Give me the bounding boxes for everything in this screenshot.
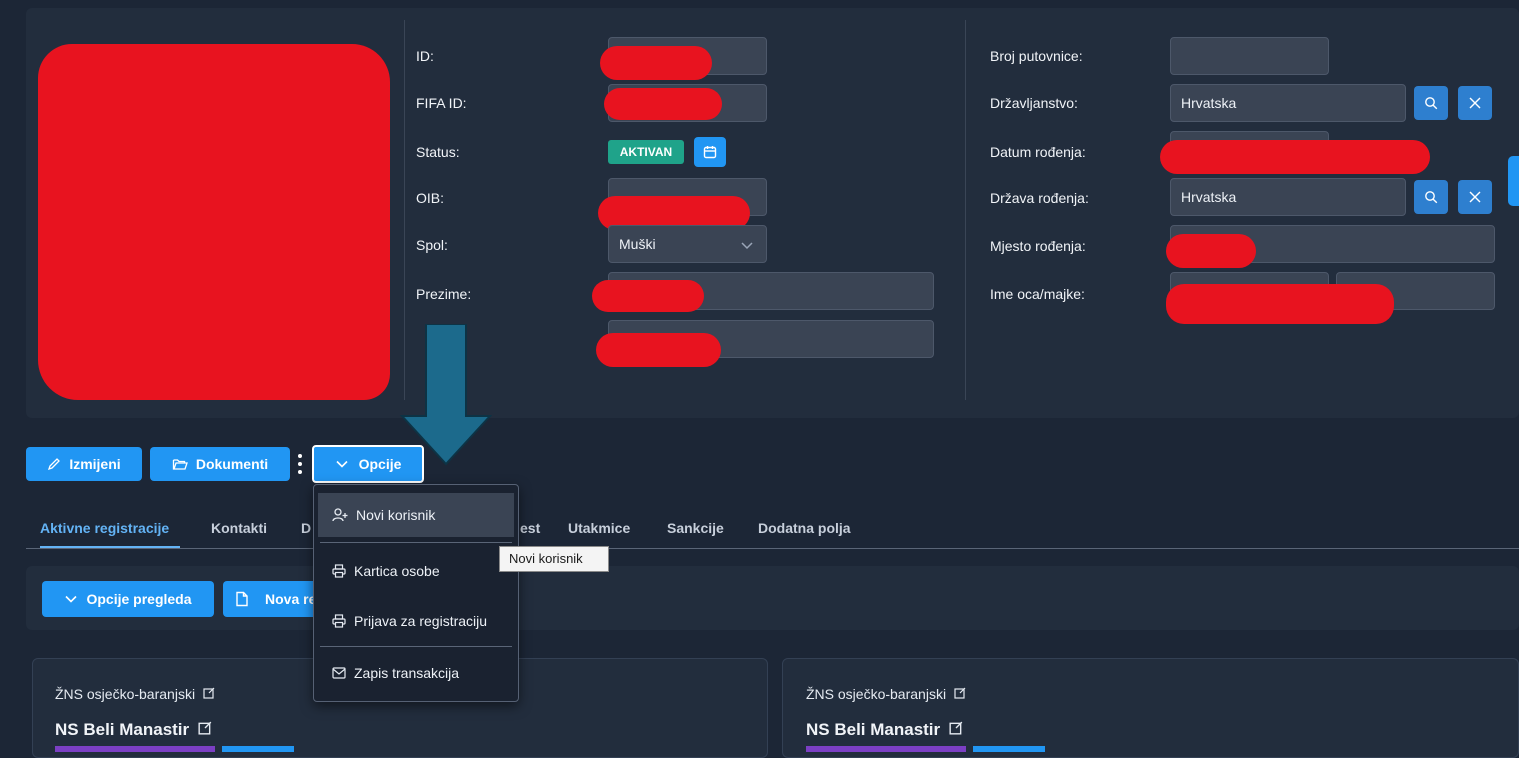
external-link-icon bbox=[954, 687, 966, 699]
side-toggle-button[interactable] bbox=[1508, 156, 1519, 206]
spol-value: Muški bbox=[619, 236, 656, 252]
view-options-button[interactable]: Opcije pregleda bbox=[42, 581, 214, 617]
redaction-id bbox=[600, 46, 712, 80]
new-registration-label: Nova re bbox=[265, 591, 317, 607]
dob-label: Datum rođenja: bbox=[990, 144, 1086, 160]
birth-country-search-button[interactable] bbox=[1414, 180, 1448, 214]
menu-label-person-card: Kartica osobe bbox=[354, 563, 440, 579]
tab-contacts[interactable]: Kontakti bbox=[211, 520, 267, 536]
id-label: ID: bbox=[416, 48, 434, 64]
redaction-parent bbox=[1166, 284, 1394, 324]
search-icon bbox=[1425, 97, 1438, 110]
chevron-down-icon bbox=[336, 460, 348, 468]
citizenship-search-button[interactable] bbox=[1414, 86, 1448, 120]
tab-matches[interactable]: Utakmice bbox=[568, 520, 630, 536]
documents-label: Dokumenti bbox=[195, 456, 269, 472]
club-link[interactable]: NS Beli Manastir bbox=[55, 720, 212, 740]
redaction-fifa bbox=[604, 88, 722, 120]
status-calendar-button[interactable] bbox=[694, 137, 726, 167]
redaction-prezime bbox=[592, 280, 704, 312]
external-link-icon bbox=[198, 721, 212, 735]
citizenship-field[interactable]: Hrvatska bbox=[1170, 84, 1406, 122]
birthplace-label: Mjesto rođenja: bbox=[990, 238, 1086, 254]
tab-partial-est[interactable]: est bbox=[520, 520, 540, 536]
search-icon bbox=[1425, 191, 1438, 204]
birth-country-clear-button[interactable] bbox=[1458, 180, 1492, 214]
redaction-ime bbox=[596, 333, 721, 367]
user-plus-icon bbox=[332, 508, 348, 522]
club-link[interactable]: NS Beli Manastir bbox=[806, 720, 963, 740]
card-badge-blue bbox=[973, 746, 1045, 752]
club-name: NS Beli Manastir bbox=[806, 720, 941, 739]
close-icon bbox=[1469, 97, 1481, 109]
club-name: NS Beli Manastir bbox=[55, 720, 190, 739]
tab-active-registrations[interactable]: Aktivne registracije bbox=[40, 520, 169, 536]
more-vertical-icon[interactable] bbox=[295, 453, 305, 475]
file-icon bbox=[236, 591, 248, 607]
menu-label-registration-form: Prijava za registraciju bbox=[354, 613, 488, 629]
spol-label: Spol: bbox=[416, 237, 448, 253]
pencil-icon bbox=[48, 458, 61, 471]
new-registration-button[interactable]: Nova re bbox=[223, 581, 323, 617]
tab-extra-fields[interactable]: Dodatna polja bbox=[758, 520, 851, 536]
oib-label: OIB: bbox=[416, 190, 445, 206]
column-divider bbox=[965, 20, 966, 400]
citizenship-clear-button[interactable] bbox=[1458, 86, 1492, 120]
profile-photo-redacted bbox=[38, 44, 390, 400]
federation-link[interactable]: ŽNS osječko-baranjski bbox=[806, 686, 966, 702]
birth-country-field[interactable]: Hrvatska bbox=[1170, 178, 1406, 216]
tabs-divider bbox=[26, 548, 1519, 549]
tooltip: Novi korisnik bbox=[499, 546, 609, 572]
tab-sanctions[interactable]: Sankcije bbox=[667, 520, 724, 536]
card-badge-purple bbox=[806, 746, 966, 752]
calendar-icon bbox=[703, 146, 717, 159]
birth-country-label: Država rođenja: bbox=[990, 190, 1089, 206]
annotation-arrow bbox=[399, 324, 492, 466]
card-badge-blue bbox=[222, 746, 294, 752]
menu-item-transaction-log[interactable]: Zapis transakcija bbox=[314, 651, 518, 695]
folder-open-icon bbox=[172, 459, 188, 470]
spol-select[interactable]: Muški bbox=[608, 225, 767, 263]
passport-field[interactable] bbox=[1170, 37, 1329, 75]
fifa-id-label: FIFA ID: bbox=[416, 95, 467, 111]
federation-name: ŽNS osječko-baranjski bbox=[55, 686, 196, 702]
card-badge-purple bbox=[55, 746, 215, 752]
printer-icon bbox=[332, 614, 346, 628]
edit-button[interactable]: Izmijeni bbox=[26, 447, 142, 481]
tab-partial-d[interactable]: D bbox=[301, 520, 311, 536]
parent-label: Ime oca/majke: bbox=[990, 286, 1085, 302]
close-icon bbox=[1469, 191, 1481, 203]
menu-divider bbox=[320, 542, 512, 543]
external-link-icon bbox=[949, 721, 963, 735]
edit-label: Izmijeni bbox=[69, 456, 121, 472]
menu-item-new-user[interactable]: Novi korisnik bbox=[318, 493, 514, 537]
printer-icon bbox=[332, 564, 346, 578]
prezime-label: Prezime: bbox=[416, 286, 472, 302]
menu-label-transaction-log: Zapis transakcija bbox=[354, 665, 460, 681]
view-options-label: Opcije pregleda bbox=[86, 591, 192, 607]
menu-divider bbox=[320, 646, 512, 647]
status-label: Status: bbox=[416, 144, 460, 160]
registration-card bbox=[782, 658, 1519, 758]
federation-link[interactable]: ŽNS osječko-baranjski bbox=[55, 686, 215, 702]
documents-button[interactable]: Dokumenti bbox=[150, 447, 290, 481]
menu-item-registration-form[interactable]: Prijava za registraciju bbox=[314, 599, 518, 643]
external-link-icon bbox=[203, 687, 215, 699]
passport-label: Broj putovnice: bbox=[990, 48, 1083, 64]
citizenship-label: Državljanstvo: bbox=[990, 95, 1078, 111]
chevron-down-icon bbox=[741, 242, 753, 250]
federation-name: ŽNS osječko-baranjski bbox=[806, 686, 947, 702]
options-dropdown-menu: Novi korisnik Kartica osobe Prijava za r… bbox=[313, 484, 519, 702]
redaction-dob bbox=[1160, 140, 1430, 174]
redaction-birthplace bbox=[1166, 234, 1256, 268]
chevron-down-icon bbox=[65, 595, 78, 603]
menu-label-new-user: Novi korisnik bbox=[356, 507, 436, 523]
envelope-icon bbox=[332, 667, 346, 679]
status-badge: AKTIVAN bbox=[608, 140, 684, 164]
menu-item-person-card[interactable]: Kartica osobe bbox=[314, 549, 518, 593]
